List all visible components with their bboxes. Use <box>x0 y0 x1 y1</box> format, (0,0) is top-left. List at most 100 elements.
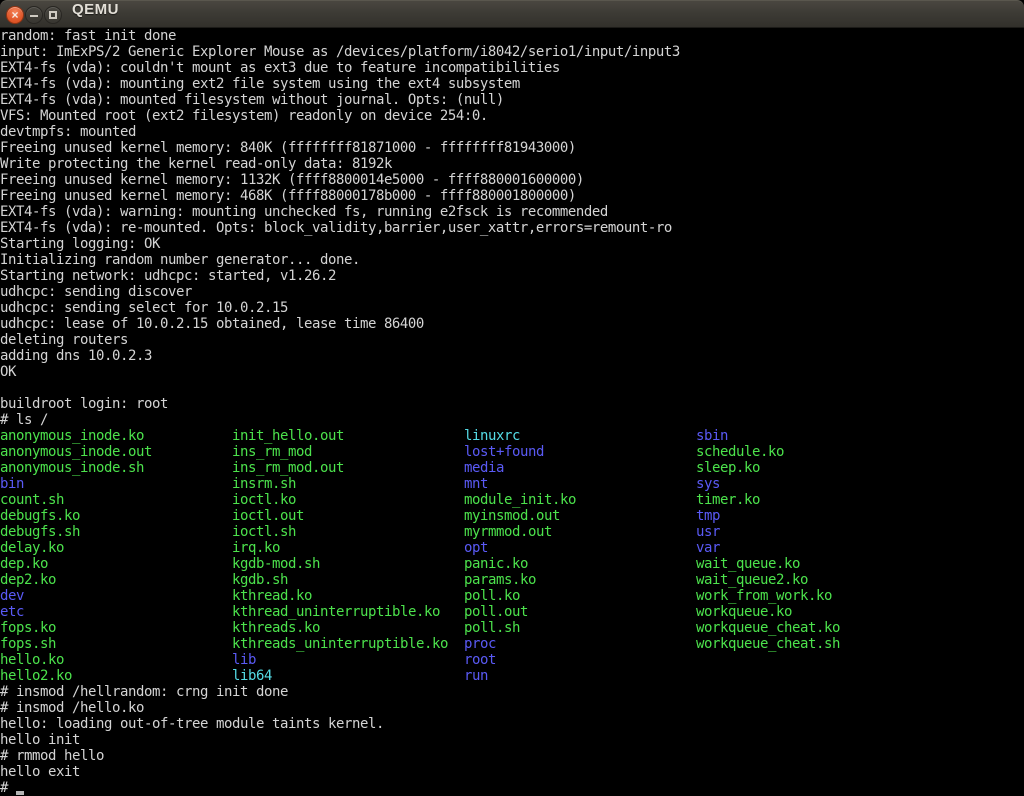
console-line: Starting network: udhcpc: started, v1.26… <box>0 268 1024 284</box>
file-entry: dep2.ko <box>0 572 152 588</box>
file-entry: workqueue_cheat.ko <box>696 620 840 636</box>
file-entry: debugfs.sh <box>0 524 152 540</box>
file-entry: workqueue_cheat.sh <box>696 636 840 652</box>
console-line: EXT4-fs (vda): re-mounted. Opts: block_v… <box>0 220 1024 236</box>
file-entry: wait_queue2.ko <box>696 572 840 588</box>
file-entry: kthreads.ko <box>232 620 448 636</box>
window-title: QEMU <box>72 1 119 18</box>
file-entry: tmp <box>696 508 840 524</box>
console-line: EXT4-fs (vda): warning: mounting uncheck… <box>0 204 1024 220</box>
file-entry: insrm.sh <box>232 476 448 492</box>
file-entry: ioctl.out <box>232 508 448 524</box>
ls-column: anonymous_inode.koanonymous_inode.outano… <box>0 428 152 684</box>
file-entry: run <box>464 668 576 684</box>
file-entry: hello2.ko <box>0 668 152 684</box>
console-line: EXT4-fs (vda): mounted filesystem withou… <box>0 92 1024 108</box>
file-entry: lib <box>232 652 448 668</box>
console-line: Starting logging: OK <box>0 236 1024 252</box>
file-entry: kthread_uninterruptible.ko <box>232 604 448 620</box>
file-entry: params.ko <box>464 572 576 588</box>
console-tail-output: # insmod /hellrandom: crng init done# in… <box>0 684 1024 780</box>
file-entry: init_hello.out <box>232 428 448 444</box>
file-entry: panic.ko <box>464 556 576 572</box>
console-line: hello: loading out-of-tree module taints… <box>0 716 1024 732</box>
console-line: # ls / <box>0 412 1024 428</box>
file-entry: module_init.ko <box>464 492 576 508</box>
file-entry: opt <box>464 540 576 556</box>
file-entry: workqueue.ko <box>696 604 840 620</box>
maximize-button[interactable] <box>44 6 62 24</box>
file-entry: fops.ko <box>0 620 152 636</box>
console-line: # insmod /hellrandom: crng init done <box>0 684 1024 700</box>
file-entry: anonymous_inode.ko <box>0 428 152 444</box>
file-entry: ioctl.ko <box>232 492 448 508</box>
console-line: VFS: Mounted root (ext2 filesystem) read… <box>0 108 1024 124</box>
close-button[interactable]: × <box>6 6 24 24</box>
console-line: Freeing unused kernel memory: 840K (ffff… <box>0 140 1024 156</box>
console-line: devtmpfs: mounted <box>0 124 1024 140</box>
minimize-button[interactable] <box>25 6 43 24</box>
file-entry: root <box>464 652 576 668</box>
file-entry: anonymous_inode.out <box>0 444 152 460</box>
console-line: udhcpc: lease of 10.0.2.15 obtained, lea… <box>0 316 1024 332</box>
shell-prompt: # <box>0 780 16 796</box>
file-entry: sbin <box>696 428 840 444</box>
console-line: hello exit <box>0 764 1024 780</box>
ls-column: init_hello.outins_rm_modins_rm_mod.outin… <box>232 428 448 684</box>
terminal-screen[interactable]: random: fast init doneinput: ImExPS/2 Ge… <box>0 28 1024 796</box>
console-line: Freeing unused kernel memory: 1132K (fff… <box>0 172 1024 188</box>
titlebar[interactable]: × QEMU <box>0 0 1024 28</box>
file-entry: timer.ko <box>696 492 840 508</box>
file-entry: media <box>464 460 576 476</box>
file-entry: schedule.ko <box>696 444 840 460</box>
console-line <box>0 380 1024 396</box>
minimize-icon <box>30 15 38 17</box>
console-line: # insmod /hello.ko <box>0 700 1024 716</box>
file-entry: anonymous_inode.sh <box>0 460 152 476</box>
console-line: Freeing unused kernel memory: 468K (ffff… <box>0 188 1024 204</box>
file-entry: myinsmod.out <box>464 508 576 524</box>
file-entry: wait_queue.ko <box>696 556 840 572</box>
file-entry: dev <box>0 588 152 604</box>
console-line: buildroot login: root <box>0 396 1024 412</box>
console-line: EXT4-fs (vda): mounting ext2 file system… <box>0 76 1024 92</box>
file-entry: poll.ko <box>464 588 576 604</box>
prompt-line: # <box>0 780 1024 796</box>
console-line: # rmmod hello <box>0 748 1024 764</box>
file-entry: delay.ko <box>0 540 152 556</box>
file-entry: etc <box>0 604 152 620</box>
maximize-icon <box>49 11 57 19</box>
text-cursor <box>16 791 24 795</box>
file-entry: linuxrc <box>464 428 576 444</box>
file-entry: sleep.ko <box>696 460 840 476</box>
file-entry: irq.ko <box>232 540 448 556</box>
console-line: OK <box>0 364 1024 380</box>
console-line: hello init <box>0 732 1024 748</box>
file-entry: hello.ko <box>0 652 152 668</box>
file-entry: kgdb.sh <box>232 572 448 588</box>
ls-column: sbinschedule.kosleep.kosystimer.kotmpusr… <box>696 428 840 652</box>
file-entry: usr <box>696 524 840 540</box>
file-entry: lost+found <box>464 444 576 460</box>
file-entry: mnt <box>464 476 576 492</box>
console-line: adding dns 10.0.2.3 <box>0 348 1024 364</box>
file-entry: dep.ko <box>0 556 152 572</box>
file-entry: bin <box>0 476 152 492</box>
file-entry: debugfs.ko <box>0 508 152 524</box>
file-entry: work_from_work.ko <box>696 588 840 604</box>
file-entry: ins_rm_mod.out <box>232 460 448 476</box>
file-entry: myrmmod.out <box>464 524 576 540</box>
console-line: random: fast init done <box>0 28 1024 44</box>
file-entry: kthreads_uninterruptible.ko <box>232 636 448 652</box>
console-boot-output: random: fast init doneinput: ImExPS/2 Ge… <box>0 28 1024 428</box>
close-icon: × <box>11 8 18 22</box>
console-line: udhcpc: sending discover <box>0 284 1024 300</box>
ls-column: linuxrclost+foundmediamntmodule_init.kom… <box>464 428 576 684</box>
console-line: udhcpc: sending select for 10.0.2.15 <box>0 300 1024 316</box>
file-entry: kthread.ko <box>232 588 448 604</box>
file-entry: poll.out <box>464 604 576 620</box>
file-entry: proc <box>464 636 576 652</box>
console-line: Initializing random number generator... … <box>0 252 1024 268</box>
console-line: EXT4-fs (vda): couldn't mount as ext3 du… <box>0 60 1024 76</box>
file-entry: kgdb-mod.sh <box>232 556 448 572</box>
